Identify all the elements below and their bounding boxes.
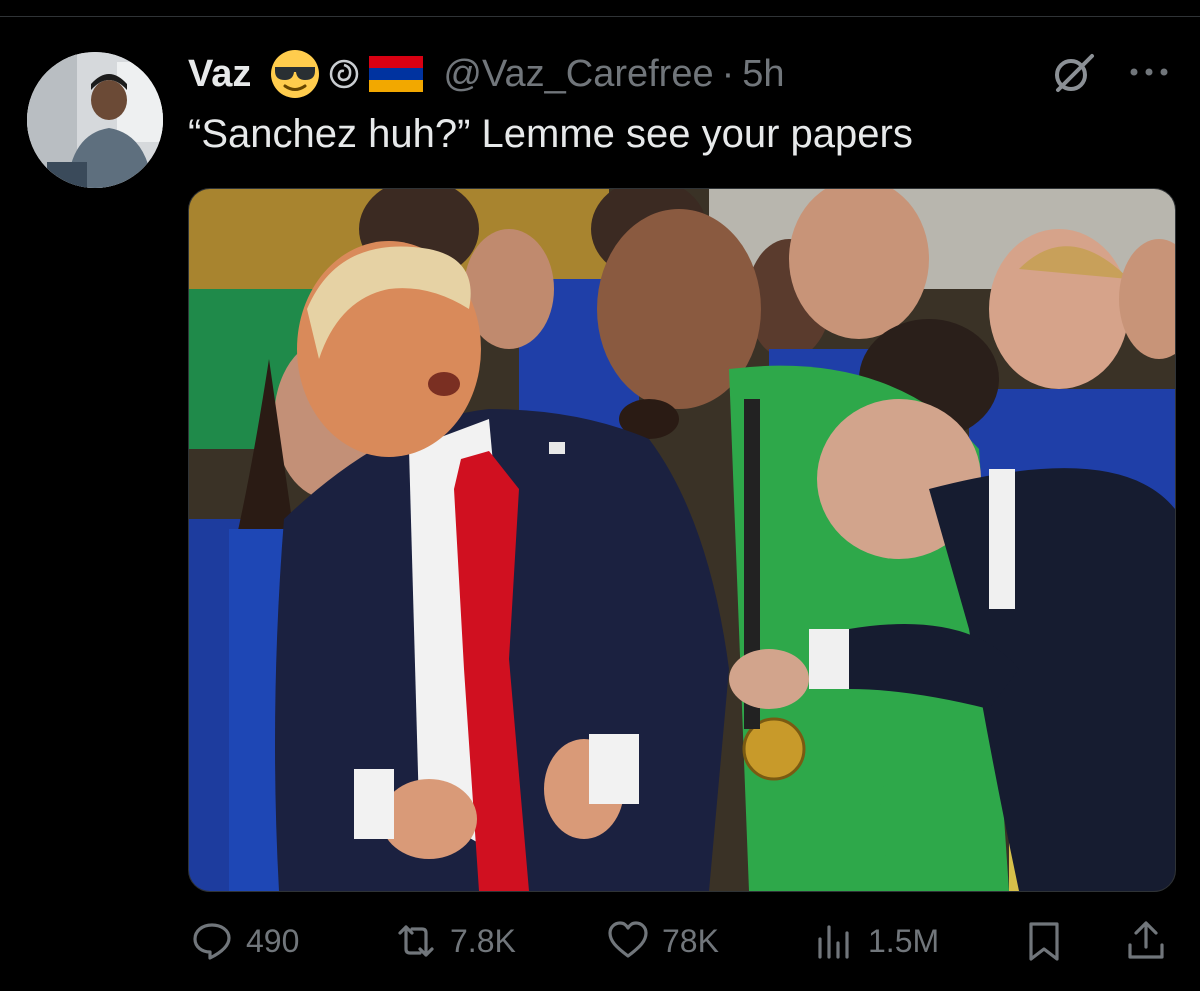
more-options-icon[interactable] bbox=[1126, 54, 1172, 90]
top-divider bbox=[0, 16, 1200, 17]
view-count: 1.5M bbox=[868, 922, 940, 959]
avatar[interactable] bbox=[27, 52, 163, 188]
author-name[interactable]: Vaz bbox=[188, 53, 251, 96]
views-icon bbox=[818, 925, 849, 959]
reply-button[interactable]: 490 bbox=[190, 915, 299, 967]
bookmark-button[interactable] bbox=[1022, 915, 1066, 967]
action-bar: 490 7.8K 78K 1.5M bbox=[0, 915, 1200, 967]
author-handle[interactable]: @Vaz_Carefree bbox=[443, 53, 713, 96]
bookmark-icon bbox=[1029, 922, 1059, 961]
header-separator: · bbox=[721, 52, 735, 95]
heart-icon bbox=[608, 921, 648, 958]
tweet-time[interactable]: 5h bbox=[742, 53, 784, 96]
reply-count: 490 bbox=[246, 922, 300, 959]
like-count: 78K bbox=[662, 922, 719, 959]
photo-illustration bbox=[189, 189, 1175, 891]
tweet-photo[interactable] bbox=[188, 188, 1176, 892]
tweet-header: Vaz @Vaz_Carefree · 5h bbox=[188, 50, 785, 98]
avatar-image bbox=[27, 52, 163, 188]
repost-icon bbox=[398, 925, 434, 957]
share-button[interactable] bbox=[1124, 915, 1168, 967]
views-button[interactable]: 1.5M bbox=[812, 915, 939, 967]
like-button[interactable]: 78K bbox=[606, 915, 719, 967]
reply-icon bbox=[193, 923, 231, 960]
swirl-badge-icon bbox=[329, 59, 359, 89]
armenia-flag-icon bbox=[369, 56, 424, 92]
tweet-text: “Sanchez huh?” Lemme see your papers bbox=[188, 112, 913, 156]
repost-button[interactable]: 7.8K bbox=[394, 915, 516, 967]
grok-icon[interactable] bbox=[1050, 50, 1096, 96]
repost-count: 7.8K bbox=[450, 922, 516, 959]
sunglasses-emoji-icon bbox=[269, 48, 321, 100]
share-icon bbox=[1128, 921, 1164, 959]
